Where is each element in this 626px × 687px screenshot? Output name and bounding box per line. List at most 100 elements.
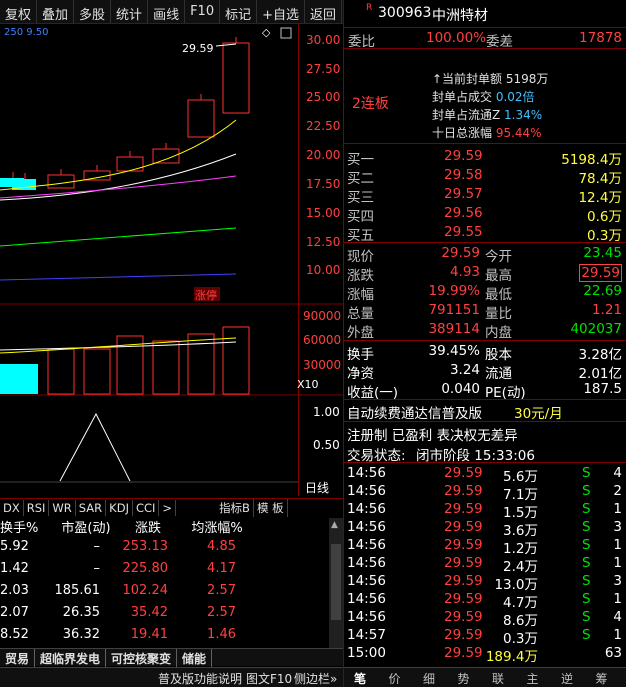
right-tab-2[interactable]: 细: [423, 670, 435, 687]
right-tab-6[interactable]: 逆: [561, 670, 573, 687]
promo-row[interactable]: 自动续费通达信普及版 30元/月: [344, 401, 626, 422]
table-row[interactable]: 1.42–225.80 4.17: [0, 561, 330, 579]
toolbar-item-4[interactable]: 画线: [148, 0, 186, 23]
tick-row: 15:00 29.59 189.4万 63: [344, 644, 626, 665]
ma-line: [0, 153, 237, 201]
vol-tick: 30000: [303, 358, 341, 372]
quote-row: 涨幅 19.99% 最低 22.69: [344, 282, 626, 303]
toolbar-item-1[interactable]: 叠加: [37, 0, 75, 23]
ind-tick: 1.00: [313, 405, 340, 419]
limit-item: 十日总涨幅 95.44%: [432, 124, 542, 141]
price-tick: 12.50: [306, 235, 340, 249]
table-row[interactable]: 5.92–253.13 4.85: [0, 539, 330, 557]
price-tick: 22.50: [306, 119, 340, 133]
ind-tab-0[interactable]: DX: [0, 500, 24, 516]
fund-row: 换手 39.45% 股本 3.28亿: [344, 342, 626, 363]
promo-price: 30元/月: [514, 406, 563, 422]
book-vol: 5198.4万: [561, 152, 622, 168]
maximize-icon[interactable]: [280, 27, 292, 39]
trade-status: 交易状态: 闭市阶段 15:33:06: [344, 443, 626, 464]
tick-side: S: [582, 537, 591, 553]
ind-tab-1[interactable]: RSI: [24, 500, 50, 516]
toolbar-item-5[interactable]: F10: [185, 0, 221, 23]
book-price: 29.58: [444, 167, 483, 183]
sector-tab-1[interactable]: 超临界发电: [35, 649, 107, 668]
toolbar-item-3[interactable]: 统计: [111, 0, 149, 23]
tick-time: 14:56: [347, 537, 386, 553]
tick-price: 29.59: [444, 609, 483, 625]
tick-time: 14:56: [347, 573, 386, 589]
candle: [116, 156, 144, 172]
toolbar-item-6[interactable]: 标记: [220, 0, 258, 23]
period-label[interactable]: 日线: [305, 481, 329, 495]
book-row[interactable]: 买二 29.58 78.4万: [344, 166, 626, 187]
weicha-label: 委差: [486, 34, 513, 50]
book-price: 29.56: [444, 205, 483, 221]
right-tab-7[interactable]: 筹: [596, 670, 608, 687]
tick-price: 29.59: [444, 519, 483, 535]
table-row[interactable]: 2.07 26.35 35.42 2.57: [0, 605, 330, 623]
fundamentals: 换手 39.45% 股本 3.28亿 净资 3.24 流通 2.01亿 收益(一) 0.040 PE…: [344, 342, 626, 401]
tick-time: 14:56: [347, 591, 386, 607]
fund-value: 3.24: [449, 362, 480, 378]
table-scrollbar[interactable]: ▲: [329, 518, 343, 648]
sector-tab-3[interactable]: 储能: [177, 649, 213, 668]
price-tick: 30.00: [306, 33, 340, 47]
sector-tab-2[interactable]: 可控核聚变: [106, 649, 178, 668]
tick-side: S: [582, 609, 591, 625]
book-row[interactable]: 买三 29.57 12.4万: [344, 185, 626, 206]
table-cell: 4.17: [207, 561, 236, 576]
status-item-0[interactable]: 普及版功能说明: [158, 670, 242, 687]
book-label: 买一: [347, 152, 374, 168]
right-tab-4[interactable]: 联: [492, 670, 504, 687]
ind-tab-3[interactable]: SAR: [76, 500, 107, 516]
status-item-2[interactable]: 侧边栏»: [294, 670, 337, 687]
quote-row: 现价 29.59 今开 23.45: [344, 244, 626, 265]
book-vol: 0.6万: [587, 209, 622, 225]
right-tab-1[interactable]: 价: [389, 670, 401, 687]
ind-tab-4[interactable]: KDJ: [106, 500, 133, 516]
quote-table: 现价 29.59 今开 23.45 涨跌 4.93 最高 29.59 涨幅 19.99% 最低 22.…: [344, 244, 626, 341]
quote-label: 今开: [485, 249, 512, 265]
tick-row: 14:56 29.59 1.5万 S 1: [344, 500, 626, 521]
ind-tab-5[interactable]: CCI: [133, 500, 160, 516]
right-tab-3[interactable]: 势: [458, 670, 470, 687]
toolbar-item-7[interactable]: +自选: [257, 0, 306, 23]
toolbar-item-2[interactable]: 多股: [74, 0, 112, 23]
quote-value: 389114: [428, 321, 480, 337]
status-item-1[interactable]: 图文F10: [246, 670, 292, 687]
book-price: 29.57: [444, 186, 483, 202]
kline-chart[interactable]: 30.00 27.50 25.00 22.50 20.00 17.50 15.00 12.50…: [0, 24, 343, 496]
tick-count: 2: [613, 483, 622, 499]
candle: [47, 174, 75, 189]
right-tab-5[interactable]: 主: [527, 670, 539, 687]
col-header[interactable]: 均涨幅%: [174, 517, 260, 536]
book-row[interactable]: 买四 29.56 0.6万: [344, 204, 626, 225]
quote-label: 最低: [485, 287, 512, 303]
table-row[interactable]: 2.03 185.61 102.24 2.57: [0, 583, 330, 601]
diamond-icon[interactable]: ◇: [262, 26, 271, 39]
fund-value: 3.28亿: [578, 347, 622, 363]
quote-label: 总量: [347, 306, 374, 322]
tick-price: 29.59: [444, 573, 483, 589]
volume-bar: [152, 340, 180, 395]
book-label: 买二: [347, 171, 374, 187]
fund-value: 0.040: [441, 381, 480, 397]
book-row[interactable]: 买一 29.59 5198.4万: [344, 147, 626, 168]
right-tab-0[interactable]: 笔: [354, 670, 366, 687]
toolbar-item-0[interactable]: 复权: [0, 0, 38, 23]
limit-item: 封单占成交 0.02倍: [432, 88, 535, 105]
vol-tick: 90000: [303, 309, 341, 323]
ind-tab-2[interactable]: WR: [49, 500, 76, 516]
ind-tab-6[interactable]: >: [159, 500, 177, 516]
book-row[interactable]: 买五 29.55 0.3万: [344, 223, 626, 244]
ind-btn-0[interactable]: 指标B: [216, 499, 254, 517]
ind-btn-1[interactable]: 模 板: [254, 499, 288, 517]
limit-label: 封单占成交: [432, 90, 496, 104]
sector-tab-0[interactable]: 贸易: [0, 649, 36, 668]
tick-time: 14:56: [347, 609, 386, 625]
limit-value: 95.44%: [495, 126, 542, 140]
toolbar-item-8[interactable]: 返回: [305, 0, 343, 23]
table-row[interactable]: 8.52 36.32 19.41 1.46: [0, 627, 330, 645]
col-header[interactable]: 换手%: [0, 517, 46, 536]
